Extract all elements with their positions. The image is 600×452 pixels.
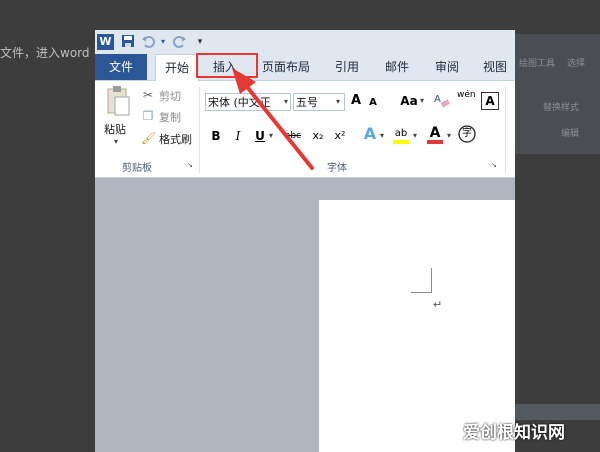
watermark: 爱创根知识网 [463, 423, 565, 443]
pointer-arrow [232, 68, 314, 170]
